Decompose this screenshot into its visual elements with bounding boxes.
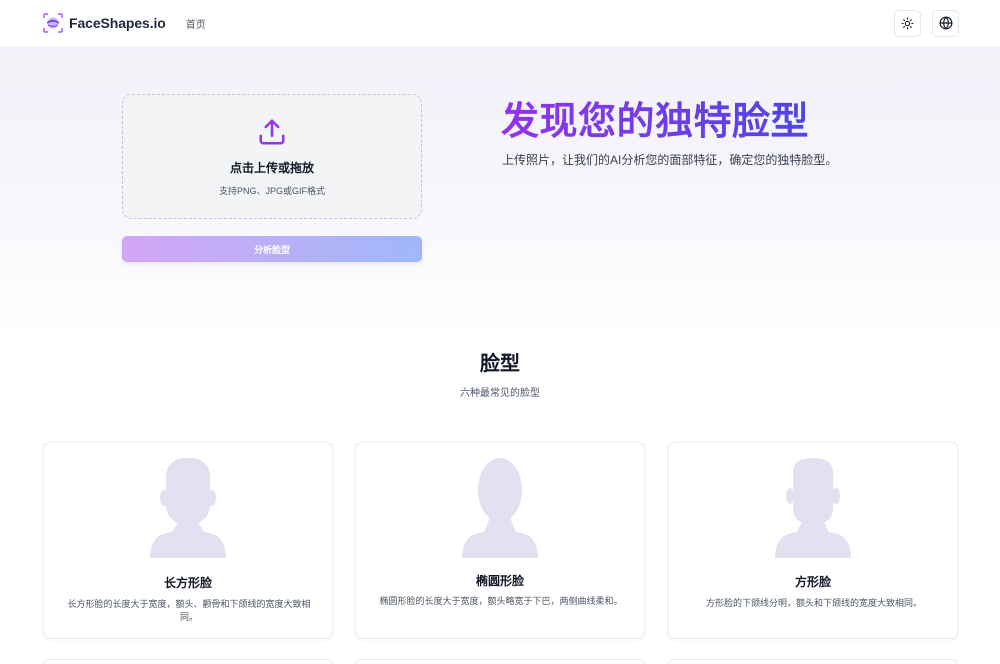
section-title: 脸型 xyxy=(480,353,520,375)
hero-subtitle: 上传照片，让我们的AI分析您的面部特征，确定您的独特脸型。 xyxy=(502,153,838,167)
avatar-silhouette-icon xyxy=(462,458,538,558)
hero-title: 发现您的独特脸型 xyxy=(501,90,809,145)
face-shape-card-next[interactable] xyxy=(355,659,645,664)
face-shape-card-next[interactable] xyxy=(43,659,333,664)
upload-format-hint: 支持PNG、JPG或GIF格式 xyxy=(218,186,325,196)
card-description: 长方形脸的长度大于宽度，额头、颧骨和下颌线的宽度大致相同。 xyxy=(67,599,311,622)
card-title: 方形脸 xyxy=(794,575,831,589)
theme-toggle-button[interactable] xyxy=(894,9,921,37)
card-title: 椭圆形脸 xyxy=(475,574,524,588)
face-shape-card-oval[interactable]: 椭圆形脸 椭圆形脸的长度大于宽度，额头略宽于下巴，两侧曲线柔和。 xyxy=(355,442,645,639)
sun-icon xyxy=(901,17,914,29)
face-shape-card-oblong[interactable]: 长方形脸 长方形脸的长度大于宽度，额头、颧骨和下颌线的宽度大致相同。 xyxy=(43,442,333,639)
globe-icon xyxy=(939,16,952,30)
avatar-silhouette-icon xyxy=(775,458,851,558)
upload-icon xyxy=(259,119,285,145)
card-description: 方形脸的下颌线分明，额头和下颌线的宽度大致相同。 xyxy=(705,598,922,608)
section-subtitle: 六种最常见的脸型 xyxy=(460,388,540,399)
face-scan-logo-icon xyxy=(43,13,63,33)
face-shape-card-next[interactable] xyxy=(668,659,958,664)
nav-link-home[interactable]: 首页 xyxy=(186,16,206,31)
brand-name: FaceShapes.io xyxy=(69,15,166,31)
card-description: 椭圆形脸的长度大于宽度，额头略宽于下巴，两侧曲线柔和。 xyxy=(379,596,623,606)
language-switch-button[interactable] xyxy=(932,9,959,37)
brand-logo[interactable]: FaceShapes.io xyxy=(43,13,166,33)
upload-dropzone[interactable]: 点击上传或拖放 支持PNG、JPG或GIF格式 xyxy=(122,94,422,219)
upload-title: 点击上传或拖放 xyxy=(229,161,314,175)
face-shape-card-square[interactable]: 方形脸 方形脸的下颌线分明，额头和下颌线的宽度大致相同。 xyxy=(668,442,958,639)
avatar-silhouette-icon xyxy=(150,458,226,558)
top-navbar: FaceShapes.io 首页 xyxy=(0,0,1000,46)
hero-section: 点击上传或拖放 支持PNG、JPG或GIF格式 分析脸型 发现您的独特脸型 上传… xyxy=(0,46,1000,336)
analyze-face-button[interactable]: 分析脸型 xyxy=(122,236,422,262)
card-title: 长方形脸 xyxy=(163,576,212,590)
